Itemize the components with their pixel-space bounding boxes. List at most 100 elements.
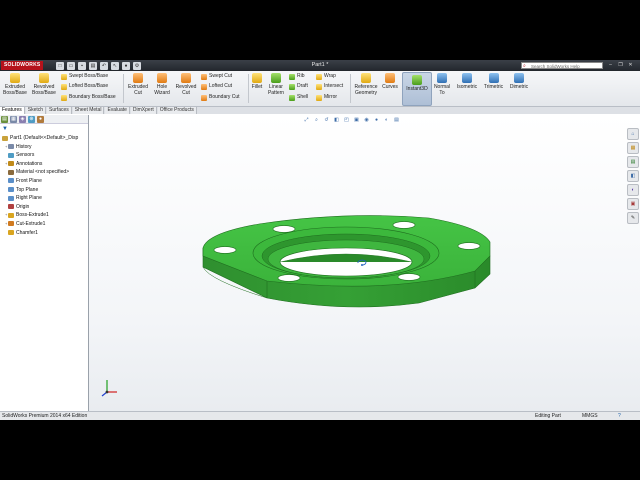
file-explorer-icon[interactable]: ▤	[627, 156, 639, 168]
trimetric-button[interactable]: Trimetric	[481, 73, 506, 90]
display-manager-tab-icon[interactable]: ●	[37, 116, 44, 123]
sensors-icon	[8, 152, 14, 158]
swept-cut-button[interactable]: Swept Cut	[201, 73, 232, 80]
curves-icon	[385, 73, 395, 83]
tab-features[interactable]: Features	[0, 107, 25, 114]
extruded-cut-button[interactable]: Extruded Cut	[126, 73, 150, 96]
fillet-icon	[252, 73, 262, 83]
expander-icon[interactable]: +	[5, 220, 7, 229]
feature-tree-label: Right Plane	[16, 195, 42, 202]
shell-icon	[289, 94, 295, 101]
tab-office-products[interactable]: Office Products	[157, 107, 197, 114]
forum-icon[interactable]: ✎	[627, 212, 639, 224]
editing-mode-label: Editing Part	[535, 413, 561, 419]
dimetric-icon	[514, 73, 524, 83]
material-icon	[8, 169, 14, 175]
reference-geometry-button[interactable]: Reference Geometry	[352, 73, 380, 96]
boundary-boss-button[interactable]: Boundary Boss/Base	[61, 94, 116, 101]
feature-tree-item[interactable]: Chamfer1	[0, 229, 88, 238]
lofted-cut-button[interactable]: Lofted Cut	[201, 83, 232, 90]
swept-boss-button[interactable]: Swept Boss/Base	[61, 73, 108, 80]
curves-button[interactable]: Curves	[381, 73, 399, 90]
view-palette-icon[interactable]: ◧	[627, 170, 639, 182]
tab-sheet-metal[interactable]: Sheet Metal	[72, 107, 105, 114]
tab-surfaces[interactable]: Surfaces	[47, 107, 72, 114]
rib-button[interactable]: Rib	[289, 73, 305, 80]
feature-tree-item[interactable]: + History	[0, 143, 88, 152]
normal-to-button[interactable]: Normal To	[431, 73, 453, 96]
feature-tree: Part1 (Default<<Default>_Disp + History Sen…	[0, 134, 88, 237]
mirror-button[interactable]: Mirror	[316, 94, 337, 101]
instant3d-button[interactable]: Instant3D	[402, 72, 432, 106]
rib-icon	[289, 73, 295, 80]
trimetric-icon	[488, 73, 499, 83]
boundary-cut-button[interactable]: Boundary Cut	[201, 94, 240, 101]
feature-tree-item[interactable]: Material <not specified>	[0, 168, 88, 177]
filter-icon[interactable]: ▼	[2, 126, 8, 132]
design-library-icon[interactable]: ▦	[627, 142, 639, 154]
ribbon-divider	[248, 74, 249, 103]
wrap-button[interactable]: Wrap	[316, 73, 336, 80]
flange-part[interactable]	[202, 215, 491, 308]
appearances-icon[interactable]: ◐	[627, 184, 639, 196]
expander-icon[interactable]: +	[5, 160, 7, 169]
tab-dimxpert[interactable]: DimXpert	[130, 107, 157, 114]
search-icon: ⌕	[523, 63, 526, 69]
feature-tree-item[interactable]: Front Plane	[0, 177, 88, 186]
boundary-cut-icon	[201, 94, 207, 101]
feature-tree-item[interactable]: + Annotations	[0, 160, 88, 169]
feature-tree-item[interactable]: + Boss-Extrude1	[0, 211, 88, 220]
feature-tree-item[interactable]: Right Plane	[0, 194, 88, 203]
unit-system-selector[interactable]: MMGS	[582, 412, 598, 420]
part-icon	[2, 135, 8, 141]
command-manager-tabs: Features Sketch Surfaces Sheet Metal Evaluat…	[0, 107, 640, 114]
fillet-button[interactable]: Fillet	[250, 73, 264, 90]
edition-label: SolidWorks Premium 2014 x64 Edition	[2, 413, 88, 419]
help-search-input[interactable]: ⌕ Search SolidWorks Help	[521, 62, 603, 69]
feature-tree-item[interactable]: Top Plane	[0, 186, 88, 195]
close-icon[interactable]: ✕	[627, 62, 634, 68]
origin-icon	[8, 204, 14, 210]
revolved-boss-button[interactable]: Revolved Boss/Base	[30, 73, 58, 96]
restore-icon[interactable]: ❐	[617, 62, 624, 68]
isometric-button[interactable]: Isometric	[454, 73, 480, 90]
dimxpert-manager-tab-icon[interactable]: ⊕	[28, 116, 35, 123]
normal-to-icon	[437, 73, 447, 83]
minimize-icon[interactable]: –	[607, 62, 614, 68]
extruded-boss-button[interactable]: Extruded Boss/Base	[2, 73, 28, 96]
feature-tree-item[interactable]: Sensors	[0, 151, 88, 160]
isometric-icon	[462, 73, 472, 83]
hole-wizard-button[interactable]: Hole Wizard	[151, 73, 173, 96]
custom-properties-icon[interactable]: ▣	[627, 198, 639, 210]
dimetric-button[interactable]: Dimetric	[507, 73, 531, 90]
solidworks-resources-icon[interactable]: ⌂	[627, 128, 639, 140]
hole-wizard-icon	[157, 73, 167, 83]
feature-tree-item[interactable]: Part1 (Default<<Default>_Disp	[0, 134, 88, 143]
expander-icon[interactable]: +	[5, 211, 7, 220]
property-manager-tab-icon[interactable]: ▦	[10, 116, 17, 123]
status-bar: SolidWorks Premium 2014 x64 Edition Edit…	[0, 411, 640, 420]
tab-evaluate[interactable]: Evaluate	[105, 107, 130, 114]
revolved-cut-button[interactable]: Revolved Cut	[173, 73, 199, 96]
feature-tree-item[interactable]: Origin	[0, 203, 88, 212]
plane-icon	[8, 187, 14, 193]
revolved-cut-icon	[181, 73, 191, 83]
lofted-boss-button[interactable]: Lofted Boss/Base	[61, 83, 108, 90]
feature-manager-pane: ▤ ▦ ◈ ⊕ ● ▼ Part1 (Default<<Default>_Dis…	[0, 115, 90, 411]
revolved-boss-icon	[39, 73, 49, 83]
configuration-manager-tab-icon[interactable]: ◈	[19, 116, 26, 123]
mirror-icon	[316, 94, 322, 101]
feature-tree-item[interactable]: + Cut-Extrude1	[0, 220, 88, 229]
feature-tree-label: Cut-Extrude1	[16, 220, 46, 227]
help-icon[interactable]: ?	[618, 412, 621, 420]
tab-sketch[interactable]: Sketch	[25, 107, 47, 114]
boss-extrude-icon	[8, 212, 14, 218]
task-pane-tabs: ⌂ ▦ ▤ ◧ ◐ ▣ ✎	[627, 128, 639, 224]
linear-pattern-button[interactable]: Linear Pattern	[265, 73, 287, 96]
graphics-area[interactable]: ⤢ ⌕ ↺ ◧ ◰ ▣ ◉ ● ◐ ▤	[89, 115, 640, 411]
intersect-button[interactable]: Intersect	[316, 83, 343, 90]
draft-button[interactable]: Draft	[289, 83, 308, 90]
expander-icon[interactable]: +	[5, 143, 7, 152]
feature-manager-tab-icon[interactable]: ▤	[1, 116, 8, 123]
shell-button[interactable]: Shell	[289, 94, 308, 101]
